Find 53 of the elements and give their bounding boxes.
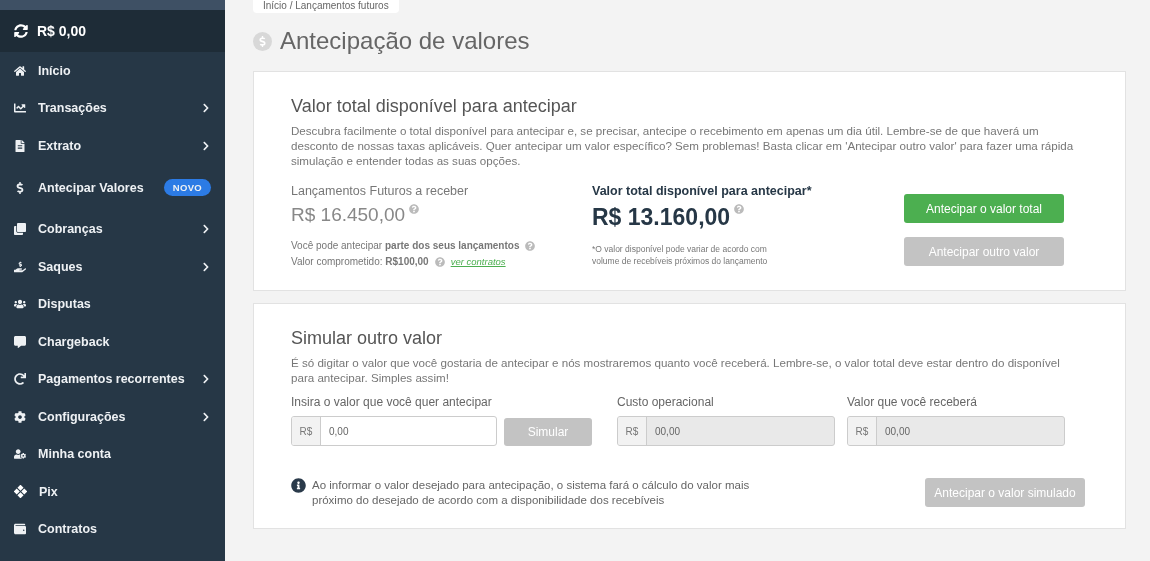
card-description: Descubra facilmente o total disponível para antecipar e, se precisar, antecipe o recebimento em apenas um dia útil. Lembre-se de que haverá um desconto de nossas taxas aplicáveis. Quer antecipar um valor específico? Sem problemas! Basta clicar em 'Antecipar outro valor' para fazer uma rápida simulação e entender todas as suas opções. [291, 123, 1075, 168]
card-description: É só digitar o valor que você gostaria de antecipar e nós mostraremos quanto você receberá. Lembre-se, o valor total deve estar dentro do disponível para antecipar. Simples assim! [291, 355, 1061, 385]
field-label: Custo operacional [617, 395, 715, 409]
sidebar-item[interactable]: Início [0, 52, 225, 90]
help-icon [734, 204, 745, 214]
dollar-icon [253, 31, 272, 51]
sidebar-item[interactable]: Pagamentos recorrentes [0, 360, 225, 398]
disclaimer: *O valor disponível pode variar de acordo com volume de recebíveis próximos do lançamento [592, 243, 769, 267]
page-title: Antecipação de valores [280, 27, 530, 55]
sidebar-item[interactable]: Chargeback [0, 323, 225, 361]
sidebar-item[interactable]: Contratos [0, 510, 225, 548]
field-label: Insira o valor que você quer antecipar [291, 395, 493, 409]
dollar-icon [14, 181, 26, 194]
speech-bubble-icon [14, 335, 26, 348]
available-label: Valor total disponível para antecipar* [592, 184, 813, 198]
sidebar-item[interactable]: Disputas [0, 285, 225, 323]
info-icon [291, 478, 306, 493]
refresh-icon [14, 373, 26, 386]
sidebar-item[interactable]: Extrato [0, 127, 225, 165]
line-chart-icon [14, 102, 26, 115]
new-badge: NOVO [163, 179, 211, 196]
user-gear-icon [14, 448, 26, 461]
field-label: Valor que você receberá [847, 395, 978, 409]
hand-coin-icon [14, 260, 26, 273]
help-icon [434, 257, 445, 267]
document-icon [14, 139, 26, 152]
balance-amount: R$ 0,00 [37, 23, 87, 39]
wallet-icon [14, 523, 26, 536]
partial-note: Você pode antecipar parte dos seus lançamentos [291, 239, 520, 253]
help-icon [409, 204, 420, 214]
sidebar-item[interactable]: Antecipar Valores NOVO [0, 164, 225, 211]
card-title: Valor total disponível para antecipar [291, 96, 578, 117]
breadcrumb: Início / Lançamentos futuros [253, 0, 399, 13]
future-label: Lançamentos Futuros a receber [291, 184, 470, 198]
refresh-icon [14, 24, 28, 38]
available-amount: R$ 13.160,00 [592, 204, 731, 231]
copies-icon [14, 223, 26, 236]
settings-icon [14, 410, 26, 423]
sidebar-item[interactable]: Pix [0, 473, 225, 511]
amount-field[interactable]: R$ 0,00 [291, 416, 497, 446]
help-icon [525, 241, 536, 251]
sidebar-item[interactable]: Transações [0, 89, 225, 127]
home-icon [14, 64, 26, 77]
future-amount: R$ 16.450,00 [291, 204, 406, 226]
committed-value: Valor comprometido: R$100,00 [291, 255, 429, 269]
info-text: Ao informar o valor desejado para antecipação, o sistema fará o cálculo do valor mais próximo do desejado de acordo com a disponibilidade dos recebíveis [312, 478, 751, 508]
sidebar-item[interactable]: Configurações [0, 398, 225, 436]
sidebar-item[interactable]: Minha conta [0, 435, 225, 473]
users-icon [14, 298, 26, 311]
sidebar-item[interactable]: Saques [0, 248, 225, 286]
card-title: Simular outro valor [291, 328, 444, 349]
sidebar-item[interactable]: Cobranças [0, 210, 225, 248]
diamond-icon [14, 485, 27, 499]
